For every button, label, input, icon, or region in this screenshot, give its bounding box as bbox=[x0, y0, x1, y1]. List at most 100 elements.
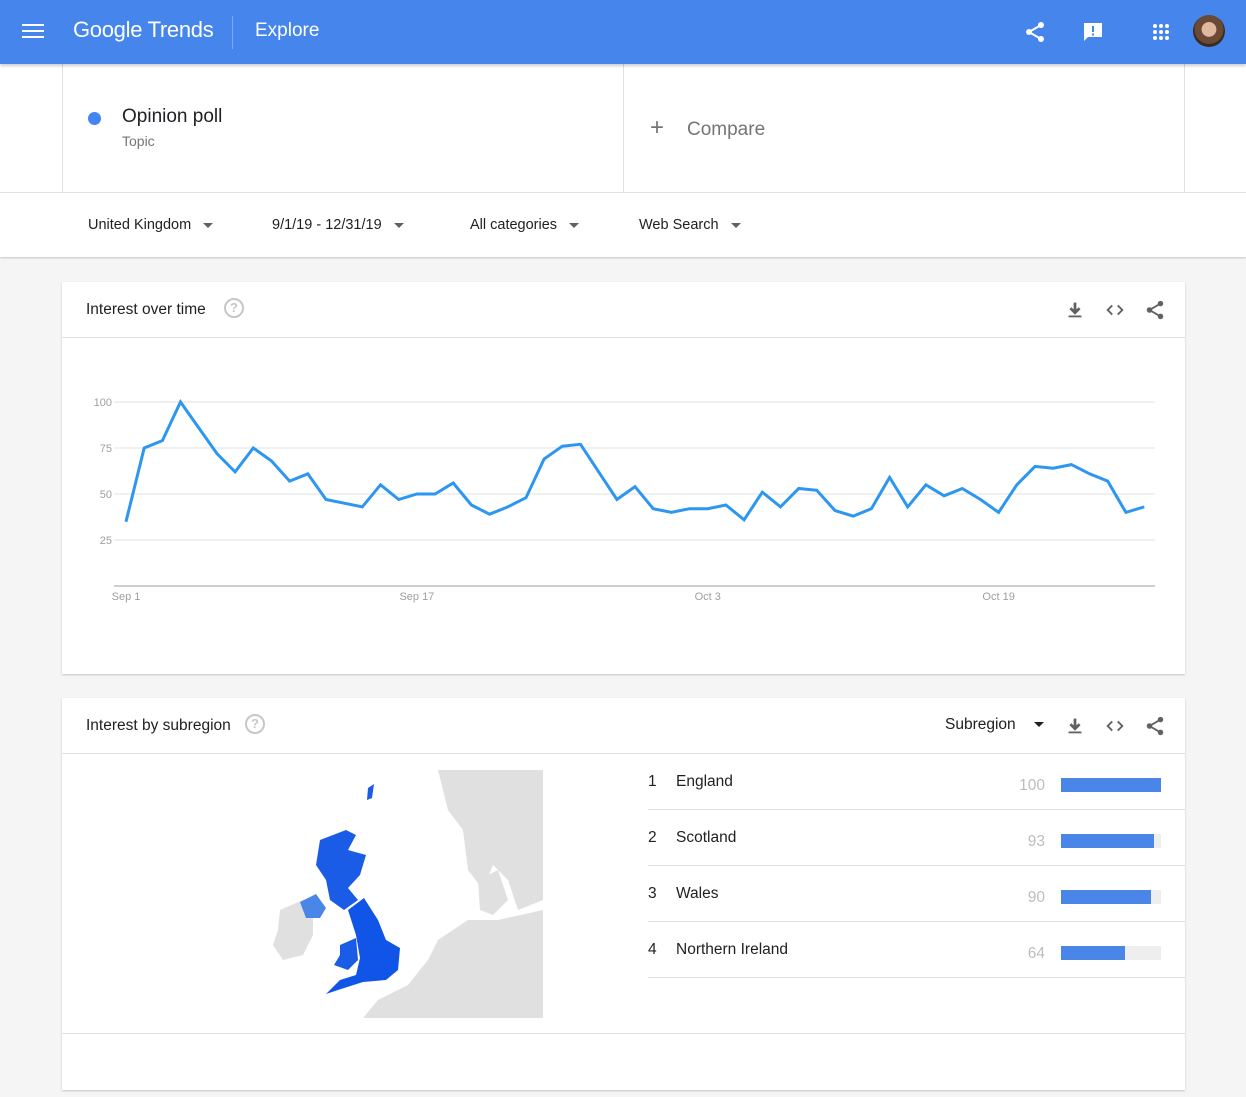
data-point[interactable] bbox=[561, 445, 563, 447]
data-point[interactable] bbox=[361, 506, 363, 508]
subregion-name[interactable]: Wales bbox=[676, 885, 719, 903]
data-point[interactable] bbox=[852, 515, 854, 517]
embed-icon[interactable] bbox=[1104, 715, 1126, 737]
data-point[interactable] bbox=[979, 499, 981, 501]
data-point[interactable] bbox=[616, 499, 618, 501]
subregion-name[interactable]: Scotland bbox=[676, 829, 736, 847]
feedback-icon[interactable] bbox=[1081, 20, 1105, 44]
data-point[interactable] bbox=[1089, 473, 1091, 475]
line-chart[interactable]: 25 50 75 100 Sep 1 Sep 17 Oct 3 Oct 19 bbox=[62, 339, 1185, 675]
data-point[interactable] bbox=[798, 487, 800, 489]
map-region-england[interactable] bbox=[326, 898, 400, 994]
data-point[interactable] bbox=[125, 521, 127, 523]
data-point[interactable] bbox=[761, 491, 763, 493]
map-region-wales[interactable] bbox=[334, 938, 358, 970]
avatar[interactable] bbox=[1193, 15, 1225, 47]
data-point[interactable] bbox=[652, 508, 654, 510]
search-term-name[interactable]: Opinion poll bbox=[122, 106, 222, 128]
help-icon[interactable]: ? bbox=[224, 298, 244, 318]
data-point[interactable] bbox=[925, 484, 927, 486]
data-point[interactable] bbox=[489, 513, 491, 515]
data-point[interactable] bbox=[725, 504, 727, 506]
data-point[interactable] bbox=[307, 473, 309, 475]
data-point[interactable] bbox=[816, 489, 818, 491]
data-point[interactable] bbox=[252, 447, 254, 449]
data-point[interactable] bbox=[180, 401, 182, 403]
data-point[interactable] bbox=[743, 519, 745, 521]
data-point[interactable] bbox=[198, 427, 200, 429]
data-point[interactable] bbox=[1034, 465, 1036, 467]
data-point[interactable] bbox=[143, 447, 145, 449]
subregion-value: 64 bbox=[1027, 945, 1045, 962]
menu-icon[interactable] bbox=[22, 24, 44, 40]
subregion-rank: 2 bbox=[648, 829, 657, 846]
share-icon[interactable] bbox=[1023, 20, 1047, 44]
data-point[interactable] bbox=[707, 508, 709, 510]
download-icon[interactable] bbox=[1064, 715, 1086, 737]
data-point[interactable] bbox=[580, 443, 581, 445]
google-trends-logo[interactable]: Google Trends bbox=[73, 17, 214, 43]
share-icon[interactable] bbox=[1144, 299, 1166, 321]
data-point[interactable] bbox=[889, 476, 891, 478]
data-point[interactable] bbox=[161, 440, 163, 442]
resolution-select[interactable]: Subregion bbox=[945, 716, 1044, 734]
data-point[interactable] bbox=[289, 480, 291, 482]
category-filter[interactable]: All categories bbox=[470, 217, 580, 233]
explore-bar: Opinion poll Topic + Compare United King… bbox=[0, 64, 1246, 257]
embed-icon[interactable] bbox=[1104, 299, 1126, 321]
data-point[interactable] bbox=[470, 504, 472, 506]
share-icon[interactable] bbox=[1144, 715, 1166, 737]
data-point[interactable] bbox=[1125, 511, 1127, 513]
data-point[interactable] bbox=[452, 482, 454, 484]
region-filter[interactable]: United Kingdom bbox=[88, 217, 214, 233]
data-point[interactable] bbox=[525, 497, 527, 499]
apps-icon[interactable] bbox=[1149, 20, 1173, 44]
data-point[interactable] bbox=[234, 471, 236, 473]
data-point[interactable] bbox=[1143, 506, 1145, 508]
data-point[interactable] bbox=[998, 511, 1000, 513]
data-point[interactable] bbox=[216, 453, 218, 455]
data-point[interactable] bbox=[398, 499, 400, 501]
data-point[interactable] bbox=[434, 493, 436, 495]
help-icon[interactable]: ? bbox=[245, 714, 265, 734]
subregion-row[interactable]: 1 England 100 bbox=[648, 754, 1185, 810]
y-tick-label: 100 bbox=[94, 397, 112, 409]
logo-trends: Trends bbox=[147, 17, 214, 42]
data-point[interactable] bbox=[689, 508, 691, 510]
date-range-filter[interactable]: 9/1/19 - 12/31/19 bbox=[272, 217, 404, 233]
data-point[interactable] bbox=[380, 484, 382, 486]
download-icon[interactable] bbox=[1064, 299, 1086, 321]
subregion-map[interactable] bbox=[268, 770, 543, 1018]
map-region-scotland[interactable] bbox=[316, 830, 366, 910]
subregion-row[interactable]: 4 Northern Ireland 64 bbox=[648, 922, 1185, 978]
data-point[interactable] bbox=[543, 458, 545, 460]
data-point[interactable] bbox=[907, 506, 909, 508]
data-point[interactable] bbox=[834, 510, 836, 512]
data-point[interactable] bbox=[325, 499, 327, 501]
data-point[interactable] bbox=[670, 511, 672, 513]
subregion-name[interactable]: Northern Ireland bbox=[676, 941, 788, 959]
data-point[interactable] bbox=[343, 502, 345, 504]
subregion-row[interactable]: 2 Scotland 93 bbox=[648, 810, 1185, 866]
search-type-filter[interactable]: Web Search bbox=[639, 217, 741, 233]
series-line-opinion-poll[interactable] bbox=[124, 399, 1145, 523]
data-point[interactable] bbox=[961, 487, 963, 489]
data-point[interactable] bbox=[416, 493, 418, 495]
data-point[interactable] bbox=[1016, 484, 1018, 486]
data-point[interactable] bbox=[1052, 467, 1054, 469]
data-point[interactable] bbox=[634, 486, 636, 488]
data-point[interactable] bbox=[1070, 464, 1072, 466]
subregion-name[interactable]: England bbox=[676, 773, 733, 791]
subregion-bar bbox=[1061, 946, 1161, 960]
data-point[interactable] bbox=[270, 460, 272, 462]
data-point[interactable] bbox=[507, 506, 509, 508]
search-term-card[interactable]: Opinion poll Topic bbox=[62, 64, 624, 192]
compare-button[interactable]: + Compare bbox=[624, 64, 1185, 192]
subregion-row[interactable]: 3 Wales 90 bbox=[648, 866, 1185, 922]
data-point[interactable] bbox=[870, 508, 872, 510]
data-point[interactable] bbox=[943, 495, 945, 497]
data-point[interactable] bbox=[779, 506, 781, 508]
x-tick-label: Oct 3 bbox=[695, 591, 721, 603]
data-point[interactable] bbox=[1107, 480, 1109, 482]
data-point[interactable] bbox=[598, 471, 600, 473]
